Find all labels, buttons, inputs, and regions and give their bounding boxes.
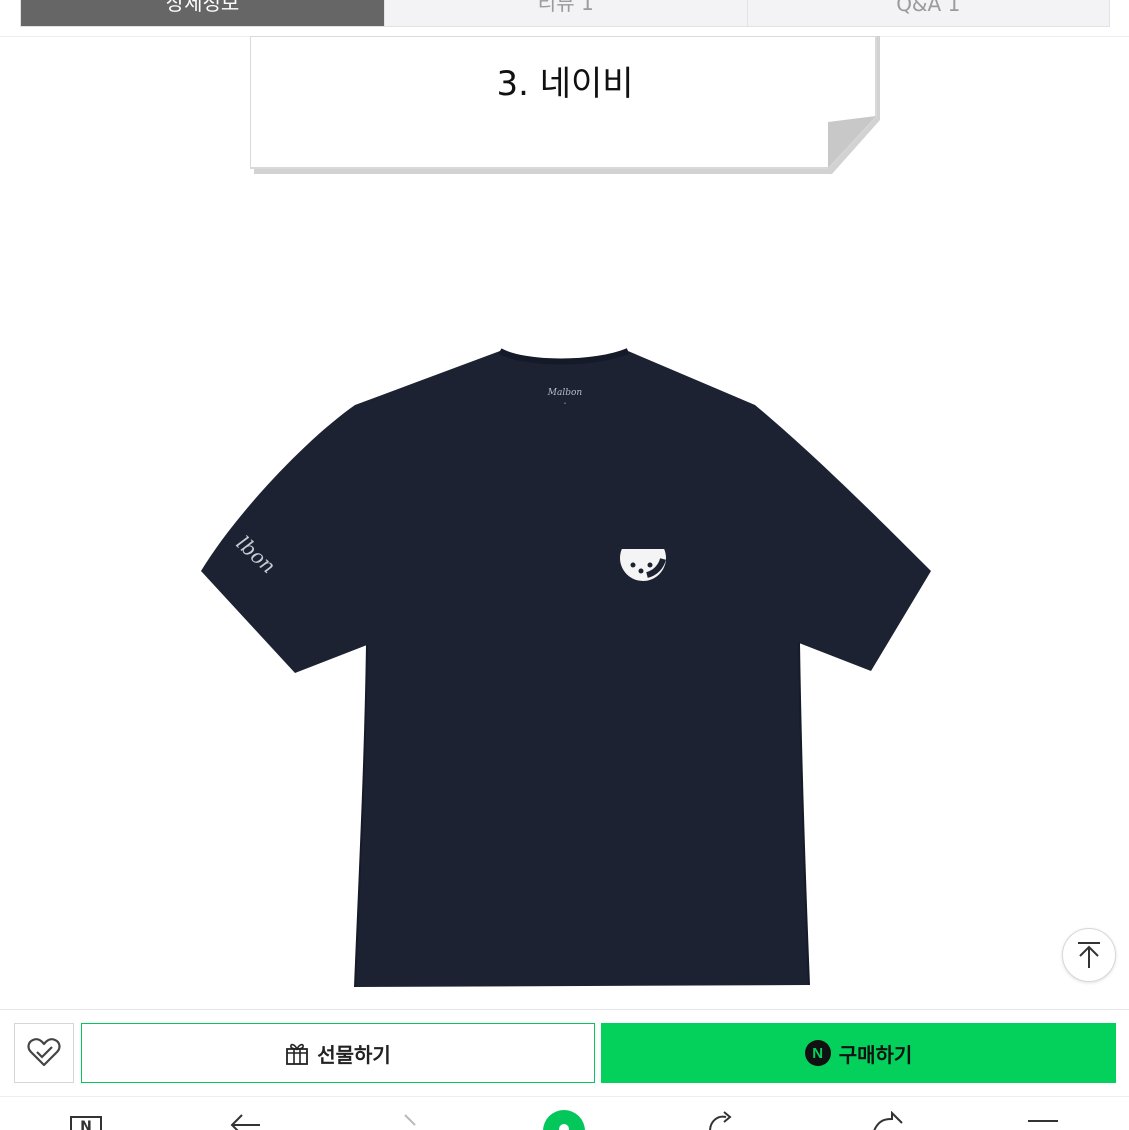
arrow-up-to-top-icon <box>1078 942 1100 968</box>
gift-button[interactable]: 선물하기 <box>81 1023 595 1083</box>
svg-text:•: • <box>564 401 567 407</box>
neck-label-logo: Malbon <box>547 388 583 398</box>
forward-arrow-icon[interactable] <box>395 1111 429 1130</box>
menu-icon[interactable] <box>1026 1111 1060 1130</box>
tab-qna[interactable]: Q&A 1 <box>746 0 1110 26</box>
gift-button-label: 선물하기 <box>317 1042 391 1067</box>
shirt-body <box>201 351 931 987</box>
green-home-icon[interactable] <box>542 1109 586 1130</box>
product-tabs: 상세정보 리뷰 1 Q&A 1 <box>20 0 1110 27</box>
buy-button-label: 구매하기 <box>838 1042 913 1067</box>
heart-check-icon <box>27 1038 61 1067</box>
back-arrow-icon[interactable] <box>228 1111 262 1130</box>
tab-details[interactable]: 상세정보 <box>21 0 384 26</box>
browser-bottom-nav: N <box>0 1096 1129 1130</box>
color-note-title: 3. 네이비 <box>496 64 634 104</box>
color-note-card: 3. 네이비 <box>250 36 880 174</box>
share-icon[interactable] <box>870 1111 904 1130</box>
chest-golfball-logo <box>620 533 666 581</box>
refresh-icon[interactable] <box>706 1111 740 1130</box>
svg-text:N: N <box>80 1119 92 1130</box>
buy-button[interactable]: N 구매하기 <box>601 1023 1116 1083</box>
gift-icon <box>286 1043 309 1065</box>
product-image-navy-tshirt: Malbon • lbon <box>201 348 931 988</box>
tab-reviews[interactable]: 리뷰 1 <box>384 0 747 26</box>
naver-home-icon[interactable]: N <box>70 1111 102 1130</box>
wishlist-button[interactable] <box>14 1023 74 1083</box>
scroll-to-top-button[interactable] <box>1062 928 1116 982</box>
purchase-bar: 선물하기 N 구매하기 <box>0 1009 1129 1096</box>
naver-pay-icon: N <box>804 1040 831 1066</box>
